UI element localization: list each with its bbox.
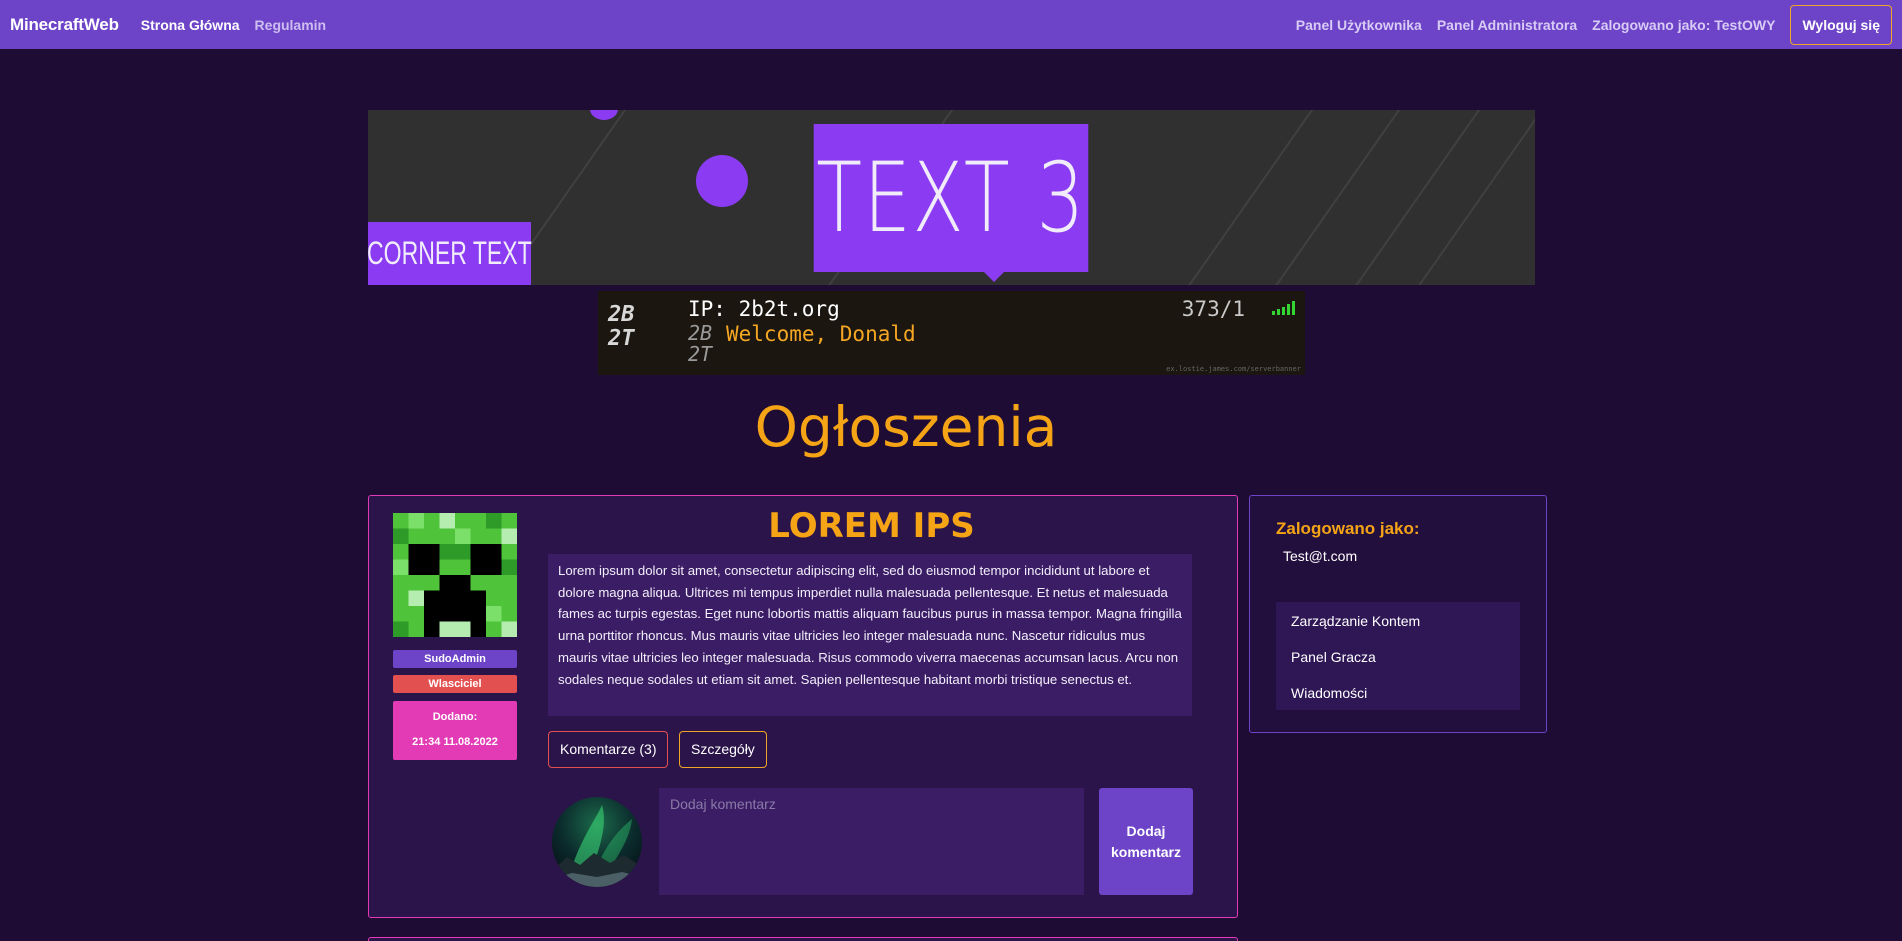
top-navbar: MinecraftWeb Strona Główna Regulamin Pan… [0, 0, 1902, 49]
brand-logo[interactable]: MinecraftWeb [10, 15, 119, 35]
comments-button[interactable]: Komentarze (3) [548, 731, 669, 768]
banner-corner-box: CORNER TEXT [368, 222, 532, 285]
added-date: 21:34 11.08.2022 [412, 736, 498, 748]
added-date-badge: Dodano: 21:34 11.08.2022 [393, 701, 517, 760]
server-ip: IP: 2b2t.org [688, 297, 840, 321]
server-motd-prefix-line-2: 2T [688, 342, 713, 366]
sidebar-menu: Zarządzanie Kontem Panel Gracza Wiadomoś… [1276, 602, 1520, 710]
server-motd: Welcome, Donald [726, 322, 916, 346]
sidebar-item-account-management[interactable]: Zarządzanie Kontem [1276, 604, 1520, 640]
nav-link-home[interactable]: Strona Główna [141, 17, 240, 33]
banner-corner-text: CORNER TEXT [368, 235, 532, 271]
server-logo-line-2: 2T [608, 326, 635, 351]
post-title: LOREM IPS [768, 506, 975, 546]
details-button[interactable]: Szczegóły [679, 731, 767, 768]
server-player-count: 373/1 [1181, 297, 1245, 321]
banner-main-text: TEXT 3 [813, 124, 1089, 272]
post-body: Lorem ipsum dolor sit amet, consectetur … [548, 554, 1192, 716]
announcement-card-next [368, 937, 1238, 941]
banner-dot-small [590, 110, 618, 120]
added-label: Dodano: [432, 711, 478, 723]
nav-link-admin-panel[interactable]: Panel Administratora [1437, 17, 1577, 33]
nav-link-rules[interactable]: Regulamin [255, 17, 327, 33]
nav-link-user-panel[interactable]: Panel Użytkownika [1296, 17, 1422, 33]
sidebar-user-email: Test@t.com [1283, 548, 1358, 564]
comment-input[interactable] [659, 788, 1084, 895]
add-comment-button[interactable]: Dodaj komentarz [1099, 788, 1193, 895]
aurora-avatar [552, 797, 642, 887]
banner-stripe [1403, 110, 1535, 285]
server-logo: 2B 2T [608, 303, 670, 361]
banner-stripe [1173, 110, 1325, 285]
server-motd-prefix: 2B 2T [688, 323, 712, 365]
server-logo-line-1: 2B [608, 302, 635, 327]
nav-logged-in-as[interactable]: Zalogowano jako: TestOWY [1592, 17, 1775, 33]
banner-speech-tail [984, 272, 1004, 282]
banner-stripe [1253, 110, 1405, 285]
server-motd-prefix-line-1: 2B [688, 321, 713, 345]
owner-badge: Wlasciciel [393, 675, 517, 693]
top-banner-image: TEXT 3 CORNER TEXT [368, 110, 1535, 285]
nav-right-group: Panel Użytkownika Panel Administratora Z… [1296, 4, 1892, 45]
role-badge: SudoAdmin [393, 650, 517, 668]
sidebar-item-player-panel[interactable]: Panel Gracza [1276, 640, 1520, 676]
logout-button[interactable]: Wyloguj się [1790, 4, 1892, 45]
sidebar-title: Zalogowano jako: [1276, 519, 1420, 538]
sidebar-item-messages[interactable]: Wiadomości [1276, 676, 1520, 712]
server-status-banner: 2B 2T IP: 2b2t.org 373/1 2B 2T Welcome, … [598, 291, 1305, 375]
banner-dot-big [696, 155, 748, 207]
page-title: Ogłoszenia [754, 395, 1058, 459]
banner-stripe [1333, 110, 1485, 285]
announcement-card: SudoAdmin Wlasciciel Dodano: 21:34 11.08… [368, 495, 1238, 918]
user-sidebar: Zalogowano jako: Test@t.com Zarządzanie … [1249, 495, 1547, 733]
server-banner-credit: ex.lostie.james.com/serverbanner [1166, 365, 1301, 373]
signal-bars-icon [1272, 301, 1295, 315]
